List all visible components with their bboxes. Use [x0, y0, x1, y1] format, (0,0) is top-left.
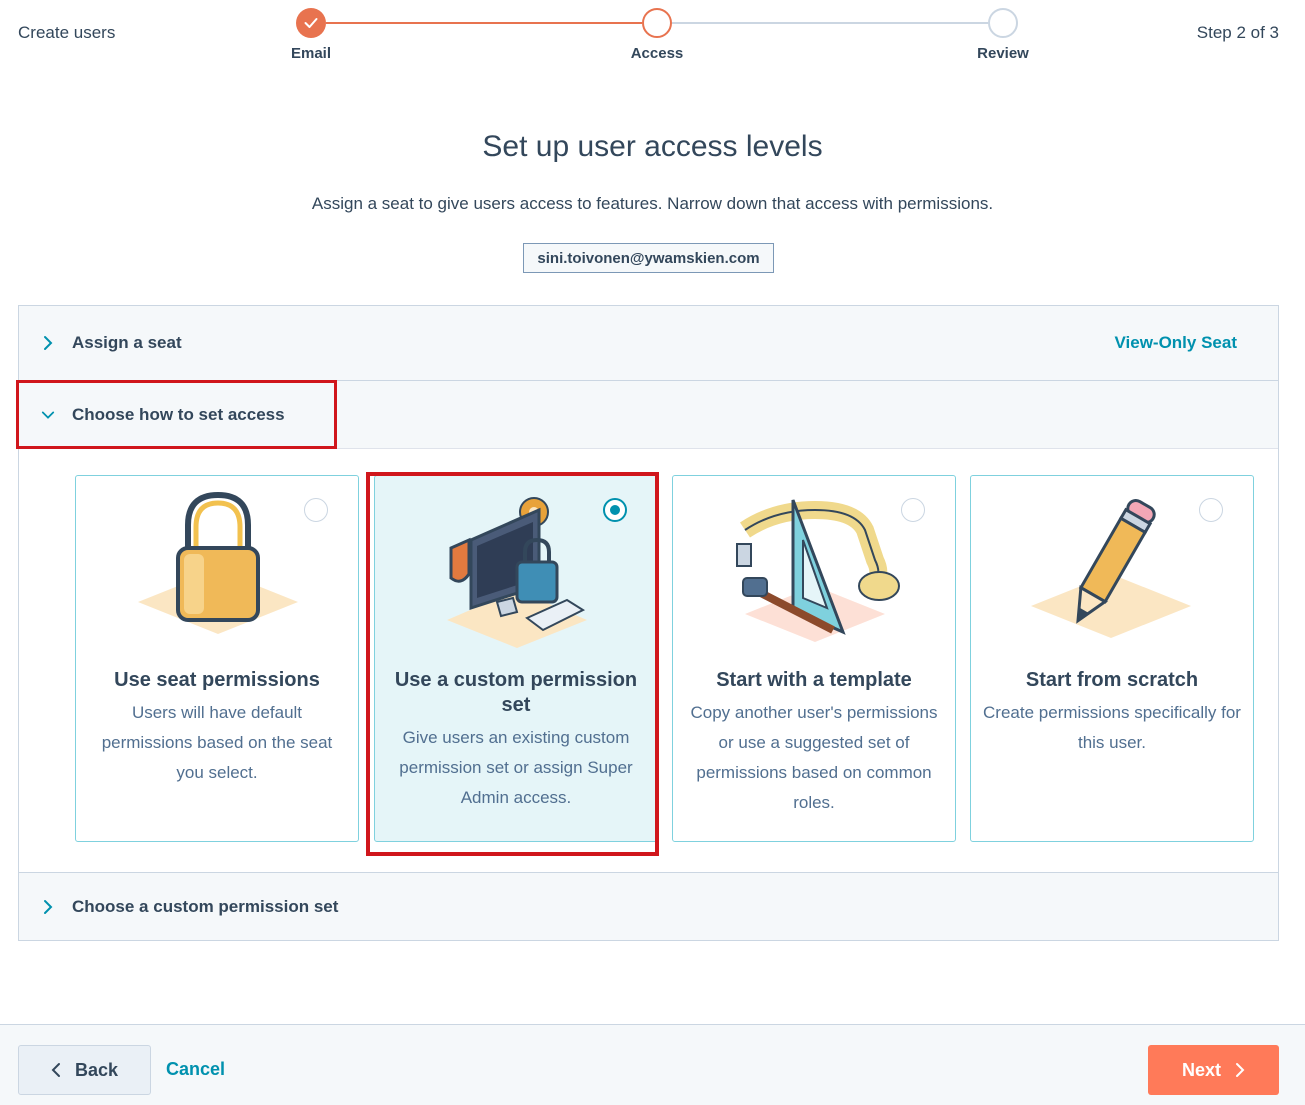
option-card-scratch[interactable]: Start from scratch Create permissions sp… — [970, 475, 1254, 842]
padlock-icon — [138, 491, 298, 634]
page-title: Set up user access levels — [482, 130, 823, 163]
step-email-check-icon — [296, 8, 326, 38]
chevron-right-icon — [41, 899, 55, 914]
selected-seat-value: View-Only Seat — [1114, 333, 1237, 352]
ruler-tools-icon — [736, 499, 900, 642]
cancel-button[interactable]: Cancel — [166, 1059, 225, 1080]
option-title: Start with a template — [716, 669, 912, 691]
step-label-review: Review — [977, 45, 1029, 62]
option-description: Copy another user's permissions or use a… — [690, 703, 938, 812]
accordion-assign-seat[interactable]: Assign a seat View-Only Seat — [19, 306, 1278, 381]
annotation-highlight-access-header — [16, 380, 337, 449]
option-description: Create permissions specifically for this… — [983, 703, 1241, 752]
accordion-label: Assign a seat — [72, 333, 182, 352]
chevron-right-icon — [1236, 1063, 1245, 1077]
chevron-right-icon — [41, 336, 55, 350]
step-connector-pending — [672, 22, 988, 24]
step-counter: Step 2 of 3 — [1196, 23, 1279, 42]
back-button[interactable]: Back — [18, 1045, 151, 1095]
accordion-label: Choose a custom permission set — [72, 896, 339, 916]
back-button-label: Back — [74, 1059, 119, 1080]
step-label-email: Email — [290, 45, 332, 62]
step-connector-completed — [326, 22, 642, 24]
progress-stepper: Email Access Review — [0, 0, 1305, 80]
annotation-highlight-selected-card — [366, 472, 659, 856]
next-button-label: Next — [1181, 1059, 1221, 1080]
user-email-tag: sini.toivonen@ywamskien.com — [523, 243, 774, 273]
option-card-template[interactable]: Start with a template Copy another user'… — [672, 475, 956, 842]
option-card-seat-permissions[interactable]: Use seat permissions Users will have def… — [75, 475, 359, 842]
accordion-custom-permission-set[interactable]: Choose a custom permission set — [19, 872, 1278, 940]
footer-bar: Back Cancel Next — [0, 1024, 1305, 1105]
option-title: Use seat permissions — [114, 669, 320, 691]
page-subtitle: Assign a seat to give users access to fe… — [311, 194, 994, 213]
step-review-indicator — [988, 8, 1018, 38]
option-description: Users will have default permissions base… — [101, 703, 333, 782]
next-button[interactable]: Next — [1148, 1045, 1279, 1095]
chevron-left-icon — [51, 1063, 60, 1077]
option-title: Start from scratch — [1025, 669, 1199, 691]
pencil-icon — [1031, 499, 1191, 638]
step-access-indicator — [642, 8, 672, 38]
step-label-access: Access — [630, 45, 684, 62]
